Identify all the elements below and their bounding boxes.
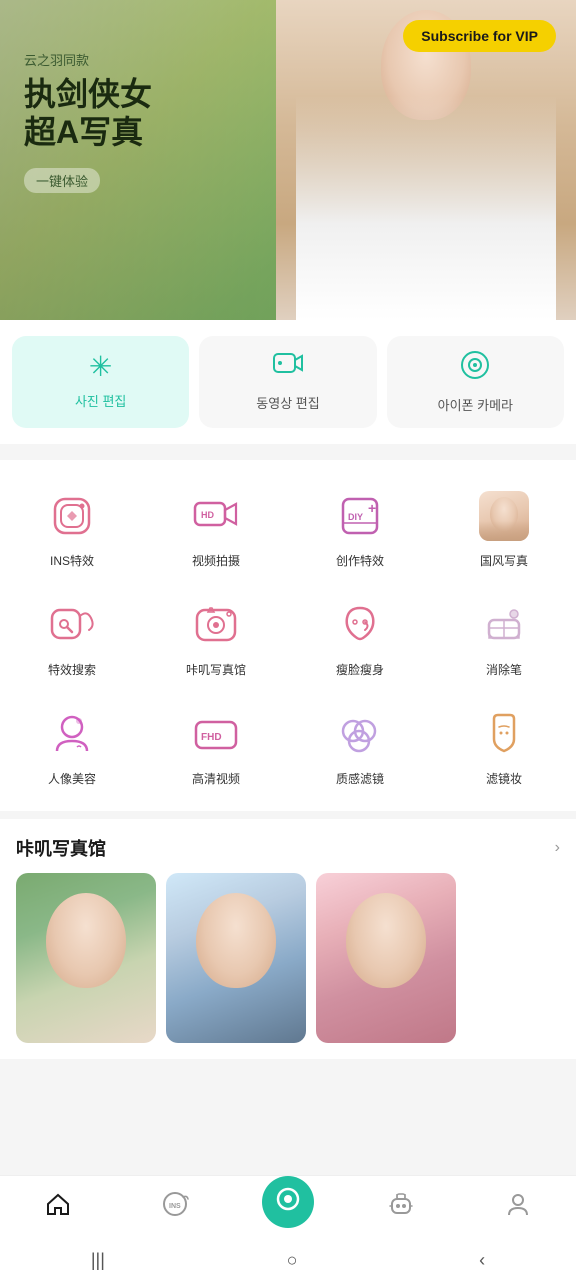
svg-text:HD: HD [201, 510, 214, 520]
divider-2 [0, 811, 576, 819]
nav-home[interactable] [28, 1191, 88, 1224]
feature-grid: INS特效 HD 视频拍摄 DIY + [0, 476, 576, 803]
camera-center-icon [275, 1186, 301, 1219]
system-navigation: ||| ○ ‹ [0, 1240, 576, 1280]
photo-card-2[interactable] [166, 873, 306, 1043]
photo-studio-title: 咔叽写真馆 [16, 835, 106, 861]
feature-fhd-video[interactable]: FHD 高清视频 [144, 694, 288, 803]
portrait-beauty-icon [44, 706, 100, 762]
feature-slim-face[interactable]: 瘦脸瘦身 [288, 585, 432, 694]
svg-text:DIY: DIY [348, 512, 363, 522]
diy-effects-label: 创作特效 [336, 552, 384, 569]
portrait-beauty-label: 人像美容 [48, 770, 96, 787]
nav-ins[interactable]: INS [145, 1191, 205, 1224]
feature-ins-effects[interactable]: INS特效 [0, 476, 144, 585]
video-edit-icon [273, 350, 303, 385]
guofeng-photo-label: 国风写真 [480, 552, 528, 569]
photo-edit-icon: ✳ [89, 350, 112, 383]
slim-face-icon [332, 597, 388, 653]
nav-camera-button[interactable] [262, 1176, 314, 1228]
svg-text:+: + [368, 500, 376, 516]
feature-quality-filter[interactable]: 质感滤镜 [288, 694, 432, 803]
photo-studio-label: 咔叽写真馆 [186, 661, 246, 678]
hero-banner: 云之羽同款 执剑侠女 超A写真 一键体验 Subscribe for VIP [0, 0, 576, 320]
photo-edit-label: 사진 편집 [75, 391, 126, 410]
feature-photo-studio[interactable]: 咔叽写真馆 [144, 585, 288, 694]
eraser-icon [476, 597, 532, 653]
effects-search-icon [44, 597, 100, 653]
photo-studio-section: 咔叽写真馆 › [0, 819, 576, 1059]
system-back-button[interactable]: ‹ [459, 1246, 505, 1275]
quick-btn-photo-edit[interactable]: ✳ 사진 편집 [12, 336, 189, 428]
quick-btn-video-edit[interactable]: 동영상 편집 [199, 336, 376, 428]
nav-profile[interactable] [488, 1191, 548, 1224]
photo-studio-more[interactable]: › [555, 839, 560, 857]
diy-effects-icon: DIY + [332, 488, 388, 544]
guofeng-photo-icon [476, 488, 532, 544]
hd-video-icon: HD [188, 488, 244, 544]
system-home-button[interactable]: ○ [267, 1246, 318, 1275]
photo-card-1[interactable] [16, 873, 156, 1043]
ai-bot-icon [388, 1191, 414, 1224]
hero-text-area: 云之羽同款 执剑侠女 超A写真 一键体验 [24, 50, 152, 193]
photo-cards-list [0, 873, 576, 1043]
system-recent-button[interactable]: ||| [71, 1246, 125, 1275]
vip-subscribe-button[interactable]: Subscribe for VIP [403, 20, 556, 52]
profile-icon [505, 1191, 531, 1224]
filter-makeup-label: 滤镜妆 [486, 770, 522, 787]
hero-main-title: 执剑侠女 超A写真 [24, 75, 152, 152]
feature-filter-makeup[interactable]: 滤镜妆 [432, 694, 576, 803]
iphone-camera-icon [460, 350, 490, 387]
feature-section: INS特效 HD 视频拍摄 DIY + [0, 460, 576, 811]
eraser-label: 消除笔 [486, 661, 522, 678]
ins-nav-icon: INS [161, 1191, 189, 1224]
bottom-spacer [0, 1059, 576, 1169]
svg-text:FHD: FHD [201, 732, 222, 743]
filter-makeup-icon [476, 706, 532, 762]
svg-text:INS: INS [169, 1203, 181, 1210]
photo-studio-icon [188, 597, 244, 653]
feature-effects-search[interactable]: 特效搜索 [0, 585, 144, 694]
quick-btn-iphone-camera[interactable]: 아이폰 카메라 [387, 336, 564, 428]
feature-guofeng-photo[interactable]: 国风写真 [432, 476, 576, 585]
quality-filter-icon [332, 706, 388, 762]
feature-hd-video[interactable]: HD 视频拍摄 [144, 476, 288, 585]
feature-portrait-beauty[interactable]: 人像美容 [0, 694, 144, 803]
iphone-camera-label: 아이폰 카메라 [438, 395, 513, 414]
photo-card-3[interactable] [316, 873, 456, 1043]
home-icon [45, 1191, 71, 1224]
hero-sub-title: 云之羽同款 [24, 50, 152, 69]
fhd-video-icon: FHD [188, 706, 244, 762]
quick-actions-bar: ✳ 사진 편집 동영상 편집 아이폰 카메라 [0, 320, 576, 444]
bottom-navigation: INS [0, 1175, 576, 1240]
fhd-video-label: 高清视频 [192, 770, 240, 787]
effects-search-label: 特效搜索 [48, 661, 96, 678]
nav-ai-bot[interactable] [371, 1191, 431, 1224]
quality-filter-label: 质感滤镜 [336, 770, 384, 787]
video-edit-label: 동영상 편집 [256, 393, 319, 412]
slim-face-label: 瘦脸瘦身 [336, 661, 384, 678]
photo-studio-header: 咔叽写真馆 › [0, 819, 576, 873]
hero-cta-label[interactable]: 一键体验 [24, 168, 100, 193]
feature-diy-effects[interactable]: DIY + 创作特效 [288, 476, 432, 585]
feature-eraser[interactable]: 消除笔 [432, 585, 576, 694]
hd-video-label: 视频拍摄 [192, 552, 240, 569]
ins-effects-label: INS特效 [50, 552, 94, 569]
ins-effects-icon [44, 488, 100, 544]
divider-1 [0, 444, 576, 452]
